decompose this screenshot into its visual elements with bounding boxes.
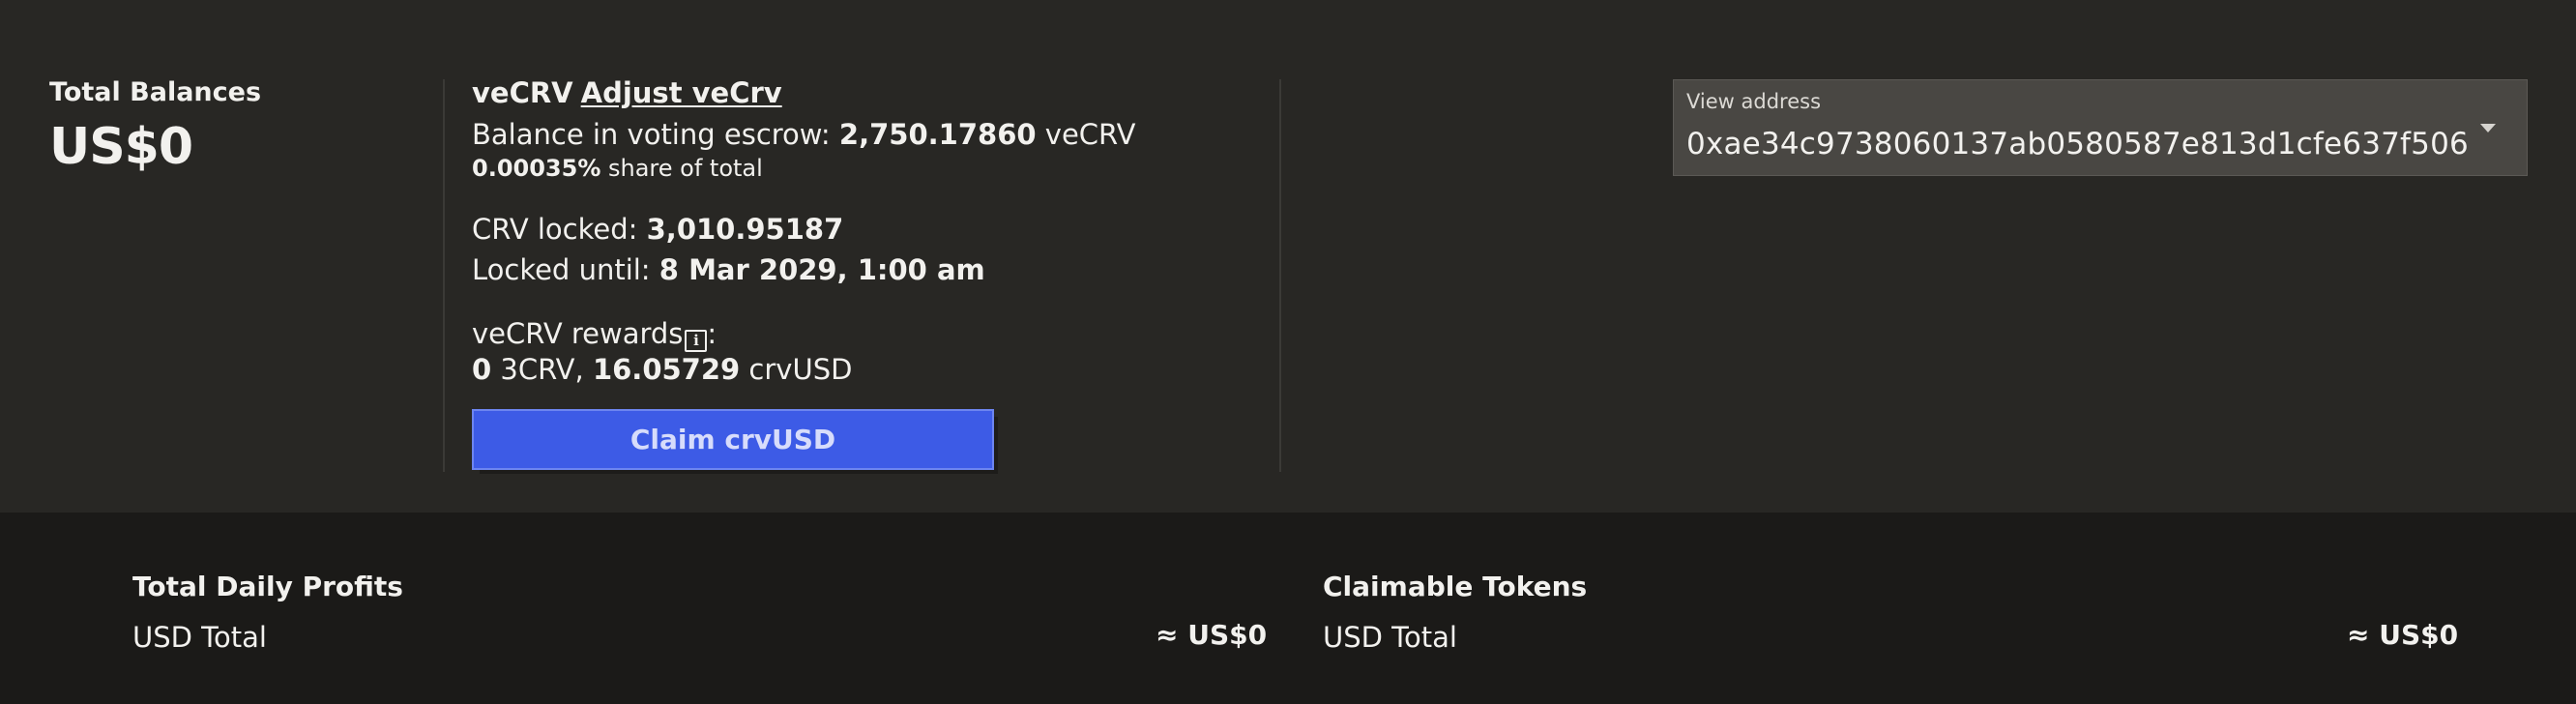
view-address-select[interactable]: View address 0xae34c9738060137ab0580587e… [1673, 79, 2528, 176]
view-address-label: View address [1686, 90, 1822, 113]
claimable-value: ≈ US$0 [2347, 619, 2459, 651]
balance-line: Balance in voting escrow: 2,750.17860 ve… [472, 117, 1265, 152]
claimable-tokens-title: Claimable Tokens [1323, 571, 1588, 602]
vecrv-panel: veCRV Adjust veCrv Balance in voting escr… [472, 75, 1265, 387]
info-icon[interactable]: i [685, 330, 708, 352]
dashboard-top-panel: Total Balances US$0 veCRV Adjust veCrv Ba… [0, 0, 2576, 513]
reward-crvusd-value: 16.05729 [592, 353, 741, 386]
rewards-label: veCRV rewards [472, 317, 684, 350]
claim-crvusd-button[interactable]: Claim crvUSD [472, 409, 998, 474]
chevron-down-icon[interactable] [2480, 124, 2496, 132]
locked-until-label: Locked until: [472, 252, 659, 286]
rewards-colon: : [707, 317, 717, 350]
share-line: 0.00035% share of total [472, 154, 1265, 183]
reward-crvusd-unit: crvUSD [740, 353, 853, 386]
dashboard-bottom-panel: Total Daily Profits USD Total ≈ US$0 Cla… [0, 513, 2576, 704]
balance-label: Balance in voting escrow: [472, 118, 839, 152]
locked-until-value: 8 Mar 2029, 1:00 am [659, 252, 985, 286]
total-balances-value: US$0 [49, 118, 193, 176]
rewards-line: veCRV rewards i: [472, 316, 1265, 352]
rewards-values-line: 0 3CRV, 16.05729 crvUSD [472, 352, 1265, 387]
reward-3crv-unit: 3CRV, [491, 353, 593, 386]
column-divider [1279, 79, 1281, 472]
reward-3crv-value: 0 [472, 353, 492, 386]
share-label: share of total [600, 154, 763, 182]
view-address-value[interactable]: 0xae34c9738060137ab0580587e813d1cfe637f5… [1686, 127, 2469, 161]
share-value: 0.00035% [472, 154, 601, 182]
total-balances-title: Total Balances [49, 77, 262, 107]
daily-profits-row-label: USD Total [132, 621, 267, 654]
claimable-row-label: USD Total [1323, 621, 1457, 654]
crv-locked-line: CRV locked: 3,010.95187 [472, 212, 1265, 247]
balance-value: 2,750.17860 [838, 118, 1037, 152]
crv-locked-label: CRV locked: [472, 212, 647, 246]
crv-locked-value: 3,010.95187 [646, 212, 844, 246]
balance-unit: veCRV [1036, 118, 1136, 152]
vecrv-title: veCRV [472, 76, 573, 109]
daily-profits-value: ≈ US$0 [1156, 619, 1268, 651]
locked-until-line: Locked until: 8 Mar 2029, 1:00 am [472, 252, 1265, 287]
vecrv-heading: veCRV Adjust veCrv [472, 75, 1265, 110]
adjust-vecrv-link[interactable]: Adjust veCrv [581, 76, 782, 109]
column-divider [443, 79, 445, 472]
daily-profits-title: Total Daily Profits [132, 571, 403, 602]
